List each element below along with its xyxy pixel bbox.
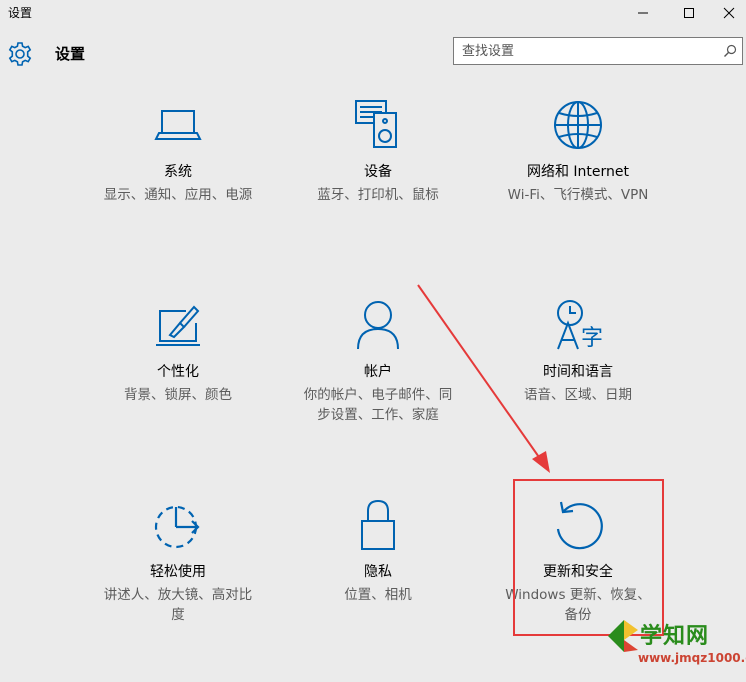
tile-title: 隐私 (364, 564, 392, 580)
tile-description: 背景、锁屏、颜色 (124, 387, 232, 403)
globe-icon (550, 97, 606, 153)
tile-personalization[interactable]: 个性化 背景、锁屏、颜色 (93, 297, 263, 482)
tile-devices[interactable]: 设备 蓝牙、打印机、鼠标 (293, 97, 463, 282)
title-bar: 设置 (0, 0, 746, 26)
tile-description: 显示、通知、应用、电源 (103, 187, 253, 203)
svg-text:字: 字 (581, 326, 603, 351)
gear-icon[interactable] (6, 40, 34, 68)
minimize-button[interactable] (620, 0, 666, 26)
tile-title: 帐户 (364, 364, 392, 380)
search-icon[interactable] (723, 44, 737, 58)
maximize-button[interactable] (666, 0, 712, 26)
watermark-url: www.jmqz1000.com (638, 651, 746, 665)
window-title: 设置 (8, 6, 33, 20)
tile-description: 语音、区域、日期 (524, 387, 632, 403)
tile-description: 讲述人、放大镜、高对比度 (103, 587, 253, 623)
tile-title: 设备 (364, 164, 392, 180)
tile-title: 网络和 Internet (526, 164, 630, 180)
tile-description: 蓝牙、打印机、鼠标 (317, 187, 439, 203)
tile-title: 轻松使用 (150, 564, 206, 580)
laptop-icon (150, 97, 206, 153)
tile-description: Wi-Fi、飞行模式、VPN (507, 187, 649, 203)
personalization-icon (150, 297, 206, 353)
watermark: 学知网 www.jmqz1000.com (604, 616, 746, 670)
close-button[interactable] (712, 0, 746, 26)
tile-title: 系统 (164, 164, 192, 180)
devices-icon (350, 97, 406, 153)
tile-description: 你的帐户、电子邮件、同步设置、工作、家庭 (303, 387, 453, 423)
time-language-icon: 字 (550, 297, 606, 353)
person-icon (350, 297, 406, 353)
search-input[interactable] (462, 42, 712, 60)
tile-description: 位置、相机 (344, 587, 412, 603)
minimize-icon (638, 12, 648, 14)
tile-accounts[interactable]: 帐户 你的帐户、电子邮件、同步设置、工作、家庭 (293, 297, 463, 482)
lock-icon (350, 497, 406, 553)
annotation-highlight-box (513, 479, 664, 636)
tile-privacy[interactable]: 隐私 位置、相机 (293, 497, 463, 682)
tile-system[interactable]: 系统 显示、通知、应用、电源 (93, 97, 263, 282)
page-header: 设置 (0, 34, 746, 74)
tile-ease-of-access[interactable]: 轻松使用 讲述人、放大镜、高对比度 (93, 497, 263, 682)
page-title: 设置 (55, 45, 86, 63)
ease-of-access-icon (150, 497, 206, 553)
tile-title: 时间和语言 (543, 364, 613, 380)
maximize-icon (684, 8, 694, 18)
tile-time-language[interactable]: 字 时间和语言 语音、区域、日期 (493, 297, 663, 482)
tile-network[interactable]: 网络和 Internet Wi-Fi、飞行模式、VPN (493, 97, 663, 282)
watermark-logo-icon (608, 620, 638, 652)
close-icon (723, 7, 735, 19)
watermark-text: 学知网 (640, 624, 710, 649)
search-box[interactable] (453, 37, 743, 65)
tile-title: 个性化 (157, 364, 199, 380)
